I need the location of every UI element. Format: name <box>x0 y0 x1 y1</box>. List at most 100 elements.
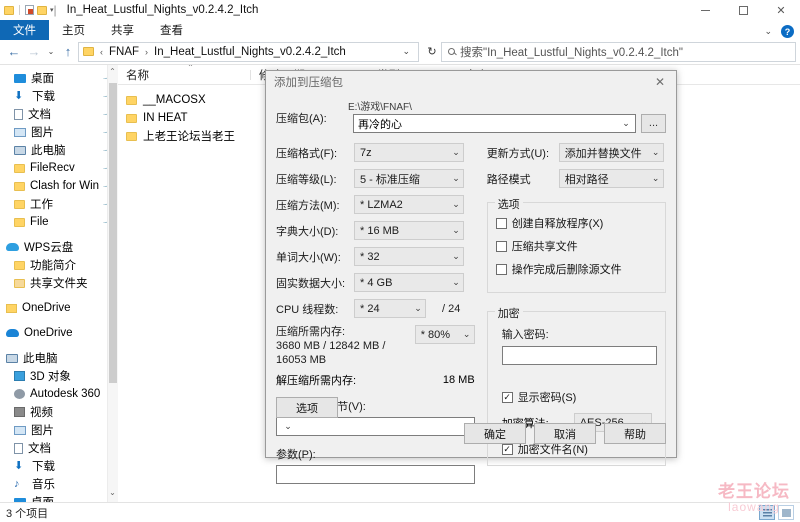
option-label: 压缩共享文件 <box>511 241 578 253</box>
sidebar-item-12[interactable]: 共享文件夹 <box>0 274 118 292</box>
sidebar-item-7[interactable]: 工作📌 <box>0 195 118 213</box>
scroll-down-icon[interactable]: ⌄ <box>108 488 117 500</box>
tab-view[interactable]: 查看 <box>147 20 196 40</box>
options-button[interactable]: 选项 <box>276 397 338 418</box>
setting-select[interactable]: * LZMA2 ⌄ <box>354 195 464 214</box>
setting-row-4: 单词大小(W): * 32 ⌄ <box>276 247 475 266</box>
sidebar-item-label: Clash for Winc <box>30 180 99 192</box>
sidebar-item-26[interactable]: 桌面 <box>0 493 118 502</box>
cpu-threads-max: / 24 <box>442 302 461 315</box>
parameters-input[interactable] <box>276 465 475 484</box>
sidebar-item-1[interactable]: ⬇下载📌 <box>0 87 118 105</box>
search-input[interactable]: 搜索"In_Heat_Lustful_Nights_v0.2.4.2_Itch" <box>460 44 683 60</box>
setting-select[interactable]: * 4 GB ⌄ <box>354 273 464 292</box>
sidebar-item-11[interactable]: 功能简介 <box>0 256 118 274</box>
sidebar-item-label: 此电脑 <box>23 353 58 365</box>
option-checkbox-2[interactable]: 操作完成后删除源文件 <box>495 261 657 277</box>
help-icon[interactable]: ? <box>781 25 794 38</box>
tab-file[interactable]: 文件 <box>0 20 49 40</box>
search-box[interactable]: 搜索"In_Heat_Lustful_Nights_v0.2.4.2_Itch" <box>441 41 796 62</box>
sidebar-item-10[interactable]: WPS云盘 <box>0 238 118 256</box>
breadcrumb-item-current[interactable]: In_Heat_Lustful_Nights_v0.2.4.2_Itch <box>154 46 346 58</box>
sidebar-item-18[interactable]: 此电脑 <box>0 349 118 367</box>
view-mode-buttons <box>759 505 794 520</box>
desktop-icon <box>14 73 26 83</box>
help-button[interactable]: 帮助 <box>604 423 666 444</box>
setting-select[interactable]: * 32 ⌄ <box>354 247 464 266</box>
sidebar-item-24[interactable]: ⬇ 下载 <box>0 457 118 475</box>
setting-row-0: 压缩格式(F): 7z ⌄ <box>276 143 475 162</box>
folder-icon <box>14 199 25 209</box>
sidebar-item-21[interactable]: 视频 <box>0 403 118 421</box>
update-select[interactable]: 添加并替换文件 ⌄ <box>558 143 664 162</box>
tab-share[interactable]: 共享 <box>98 20 147 40</box>
onedrive-cloud-icon <box>6 329 19 337</box>
update-label: 路径模式 <box>486 173 531 186</box>
setting-select[interactable]: 7z ⌄ <box>354 143 464 162</box>
scroll-up-icon[interactable]: ⌃ <box>108 67 117 79</box>
sidebar-item-4[interactable]: 此电脑📌 <box>0 141 118 159</box>
minimize-button[interactable] <box>686 0 724 20</box>
cpu-threads-select[interactable]: * 24 ⌄ <box>354 299 426 318</box>
folder-icon <box>14 217 25 227</box>
update-value: 添加并替换文件 <box>564 147 642 160</box>
sidebar-item-19[interactable]: 3D 对象 <box>0 367 118 385</box>
close-icon[interactable]: ✕ <box>644 71 676 92</box>
chevron-down-icon[interactable]: ⌄ <box>398 46 414 57</box>
option-checkbox-0[interactable]: 创建自释放程序(X) <box>495 215 657 231</box>
close-button[interactable]: ✕ <box>762 0 800 20</box>
archive-name-input[interactable]: 再冷的心 ⌄ <box>353 114 636 133</box>
chevron-down-icon[interactable]: ⌄ <box>764 26 772 37</box>
maximize-button[interactable] <box>724 0 762 20</box>
sidebar-item-6[interactable]: Clash for Winc📌 <box>0 177 118 195</box>
sidebar-scrollbar[interactable]: ⌃ ⌄ <box>107 65 118 502</box>
setting-label: 字典大小(D): <box>276 225 339 238</box>
tiles-view-icon[interactable] <box>778 505 794 520</box>
sidebar-item-2[interactable]: 文档📌 <box>0 105 118 123</box>
option-checkbox-1[interactable]: 压缩共享文件 <box>495 238 657 254</box>
decompress-memory-label: 解压缩所需内存: <box>276 375 357 387</box>
setting-select[interactable]: * 16 MB ⌄ <box>354 221 464 240</box>
document-icon <box>14 108 23 120</box>
scrollbar-thumb[interactable] <box>109 83 117 383</box>
sidebar-item-23[interactable]: 文档 <box>0 439 118 457</box>
back-button[interactable]: ← <box>4 42 24 62</box>
sidebar-item-8[interactable]: File📌 <box>0 213 118 231</box>
sidebar-item-20[interactable]: Autodesk 360 <box>0 385 118 403</box>
sidebar-item-25[interactable]: ♪ 音乐 <box>0 475 118 493</box>
memory-percent-select[interactable]: * 80% ⌄ <box>414 325 475 344</box>
tab-home[interactable]: 主页 <box>49 20 98 40</box>
sidebar-item-3[interactable]: 图片📌 <box>0 123 118 141</box>
browse-button[interactable]: ... <box>641 114 666 133</box>
setting-select[interactable]: 5 - 标准压缩 ⌄ <box>354 169 464 188</box>
up-button[interactable]: ↑ <box>58 42 78 62</box>
details-view-icon[interactable] <box>759 505 775 520</box>
setting-label: 单词大小(W): <box>276 251 341 264</box>
sidebar-item-22[interactable]: 图片 <box>0 421 118 439</box>
refresh-button[interactable]: ↻ <box>423 42 441 62</box>
address-bar[interactable]: ‹ FNAF › In_Heat_Lustful_Nights_v0.2.4.2… <box>78 41 419 62</box>
properties-icon[interactable] <box>25 5 34 15</box>
column-header-name[interactable]: 名称 ⌃ <box>118 65 251 83</box>
sidebar-item-label: Autodesk 360 <box>30 388 101 400</box>
ribbon-right-controls: ⌄ ? <box>764 25 794 38</box>
memory-labels: 压缩所需内存: 3680 MB / 12842 MB / 16053 MB <box>276 325 415 367</box>
ok-button[interactable]: 确定 <box>464 423 526 444</box>
setting-value: 5 - 标准压缩 <box>360 173 420 186</box>
new-folder-icon[interactable] <box>37 5 47 15</box>
sidebar-item-14[interactable]: OneDrive <box>0 299 118 317</box>
sidebar-item-5[interactable]: FileRecv📌 <box>0 159 118 177</box>
archive-path-label: E:\游戏\FNAF\ <box>348 102 412 113</box>
password-input[interactable] <box>501 346 657 365</box>
sidebar-item-0[interactable]: 桌面📌 <box>0 69 118 87</box>
chevron-down-icon[interactable]: ⌄ <box>619 118 633 129</box>
breadcrumb-item-fnaf[interactable]: FNAF <box>109 46 139 58</box>
update-select[interactable]: 相对路径 ⌄ <box>558 169 664 188</box>
setting-row-2: 压缩方法(M): * LZMA2 ⌄ <box>276 195 475 214</box>
forward-button[interactable]: → <box>24 42 44 62</box>
recent-locations-icon[interactable]: ⌄ <box>44 42 58 62</box>
sidebar-item-16[interactable]: OneDrive <box>0 324 118 342</box>
cancel-button[interactable]: 取消 <box>534 423 596 444</box>
download-icon: ⬇ <box>14 459 24 472</box>
